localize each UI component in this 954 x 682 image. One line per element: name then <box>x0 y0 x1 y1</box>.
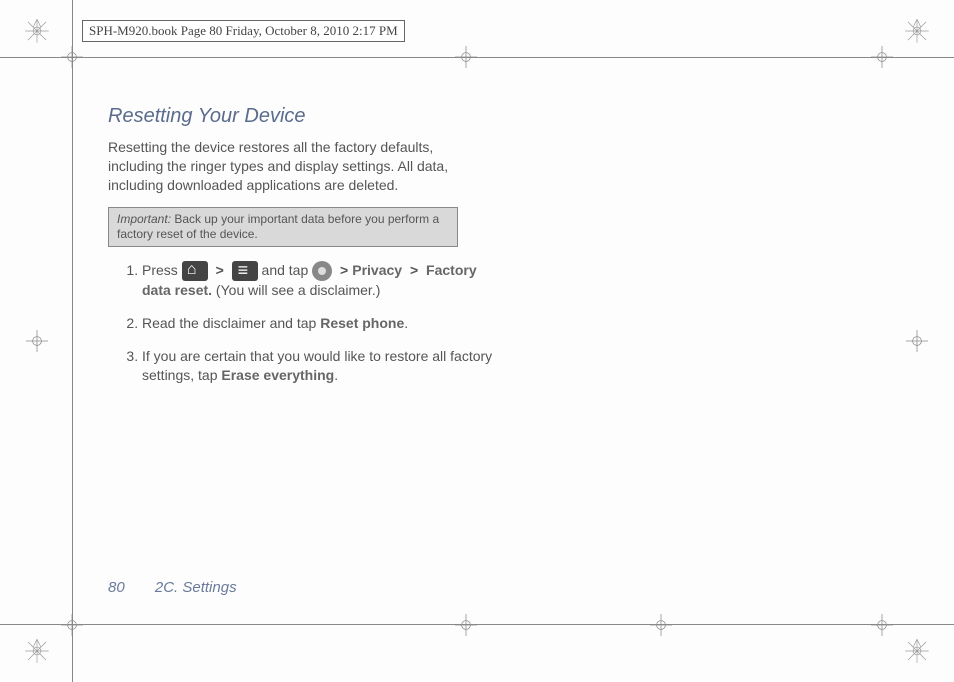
crosshair-icon <box>650 614 672 636</box>
separator: > <box>340 262 348 278</box>
print-guide-line <box>72 0 73 682</box>
document-meta-text: SPH-M920.book Page 80 Friday, October 8,… <box>89 23 398 38</box>
step-1: Press > and tap >Privacy > Factory data … <box>142 261 508 300</box>
menu-path-privacy: Privacy <box>352 262 402 278</box>
important-callout: Important: Back up your important data b… <box>108 207 458 247</box>
step-text: Read the disclaimer and tap <box>142 315 320 331</box>
print-guide-line <box>0 624 954 625</box>
page-number: 80 <box>108 579 125 596</box>
step-text: and tap <box>262 262 313 278</box>
crosshair-icon <box>455 614 477 636</box>
section-label: 2C. Settings <box>155 579 237 596</box>
menu-icon <box>232 261 258 281</box>
intro-paragraph: Resetting the device restores all the fa… <box>108 138 468 195</box>
crosshair-icon <box>61 46 83 68</box>
crosshair-icon <box>871 614 893 636</box>
button-label-reset-phone: Reset phone <box>320 315 404 331</box>
print-guide-line <box>0 57 954 58</box>
registration-mark-icon <box>904 18 930 44</box>
page-footer: 80 2C. Settings <box>108 579 237 596</box>
registration-mark-icon <box>904 638 930 664</box>
crosshair-icon <box>61 614 83 636</box>
step-3: If you are certain that you would like t… <box>142 347 508 385</box>
section-title: Resetting Your Device <box>108 105 538 128</box>
steps-list: Press > and tap >Privacy > Factory data … <box>108 261 508 385</box>
settings-icon <box>312 261 332 281</box>
page-content: Resetting Your Device Resetting the devi… <box>108 105 538 399</box>
button-label-erase-everything: Erase everything <box>221 367 334 383</box>
document-meta-header: SPH-M920.book Page 80 Friday, October 8,… <box>82 20 405 42</box>
separator: > <box>216 262 224 278</box>
separator: > <box>410 262 418 278</box>
home-icon <box>182 261 208 281</box>
crosshair-icon <box>871 46 893 68</box>
crosshair-icon <box>906 330 928 352</box>
step-text: . <box>334 367 338 383</box>
step-text: . <box>404 315 408 331</box>
registration-mark-icon <box>24 638 50 664</box>
important-label: Important: <box>117 212 171 226</box>
step-text: Press <box>142 262 178 278</box>
step-2: Read the disclaimer and tap Reset phone. <box>142 314 508 333</box>
step-text: (You will see a disclaimer.) <box>212 282 380 298</box>
crosshair-icon <box>26 330 48 352</box>
crosshair-icon <box>455 46 477 68</box>
registration-mark-icon <box>24 18 50 44</box>
